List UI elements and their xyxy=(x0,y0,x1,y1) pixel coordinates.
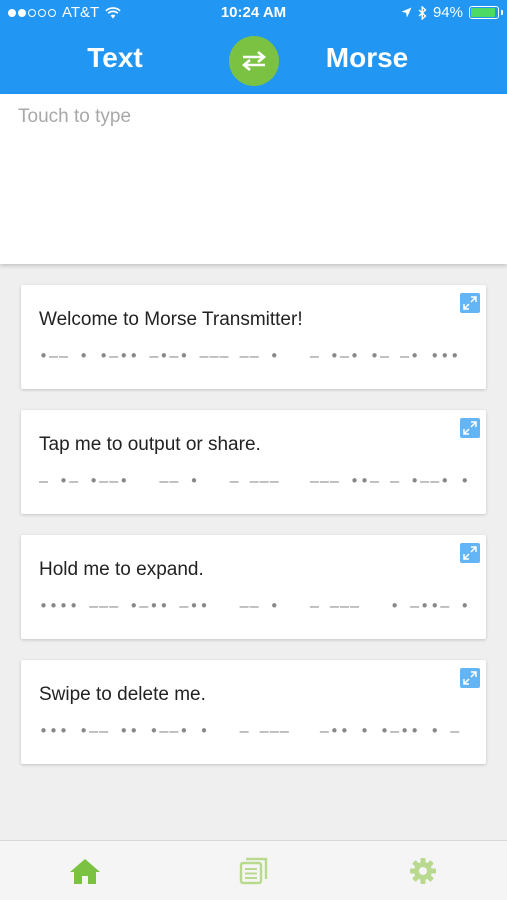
location-arrow-icon xyxy=(401,7,412,18)
expand-button[interactable] xyxy=(460,668,480,688)
battery-level xyxy=(471,8,496,17)
message-list: Welcome to Morse Transmitter! •—— • •—••… xyxy=(21,285,486,785)
message-card[interactable]: Hold me to expand. •••• ——— •—•• —•• —— … xyxy=(21,535,486,639)
text-input-panel xyxy=(0,94,507,264)
expand-icon xyxy=(463,671,477,685)
status-bar: AT&T 10:24 AM 94% xyxy=(0,0,507,26)
expand-icon xyxy=(463,421,477,435)
bluetooth-icon xyxy=(418,5,427,20)
app-header: Text Morse xyxy=(0,26,507,94)
tab-history[interactable] xyxy=(236,855,272,887)
message-card[interactable]: Tap me to output or share. — •— •——• —— … xyxy=(21,410,486,514)
expand-button[interactable] xyxy=(460,543,480,563)
card-morse: ••• •—— •• •——• • — ——— —•• • •—•• • — •… xyxy=(39,722,461,740)
gear-icon xyxy=(410,858,436,884)
expand-icon xyxy=(463,546,477,560)
expand-icon xyxy=(463,296,477,310)
card-title: Welcome to Morse Transmitter! xyxy=(39,309,303,330)
tab-settings[interactable] xyxy=(405,855,441,887)
target-language-label[interactable]: Morse xyxy=(227,42,507,74)
source-language-label[interactable]: Text xyxy=(0,42,230,74)
card-morse: •—— • •—•• —•—• ——— —— • — •—• •— —• •••… xyxy=(39,347,461,365)
message-card[interactable]: Welcome to Morse Transmitter! •—— • •—••… xyxy=(21,285,486,389)
message-card[interactable]: Swipe to delete me. ••• •—— •• •——• • — … xyxy=(21,660,486,764)
expand-button[interactable] xyxy=(460,293,480,313)
battery-percent: 94% xyxy=(432,4,463,21)
card-title: Swipe to delete me. xyxy=(39,684,206,705)
tab-bar xyxy=(0,840,507,900)
card-title: Hold me to expand. xyxy=(39,559,204,580)
card-title: Tap me to output or share. xyxy=(39,434,261,455)
battery-icon xyxy=(469,6,503,19)
history-icon xyxy=(239,857,268,885)
card-morse: — •— •——• —— • — ——— ——— ••— — •——• ••— … xyxy=(39,472,468,490)
expand-button[interactable] xyxy=(460,418,480,438)
card-morse: •••• ——— •—•• —•• —— • — ——— • —••— •——•… xyxy=(39,597,468,615)
tab-home[interactable] xyxy=(67,855,103,887)
home-icon xyxy=(70,859,100,884)
message-input[interactable] xyxy=(18,106,488,246)
status-right: 94% xyxy=(401,4,503,21)
